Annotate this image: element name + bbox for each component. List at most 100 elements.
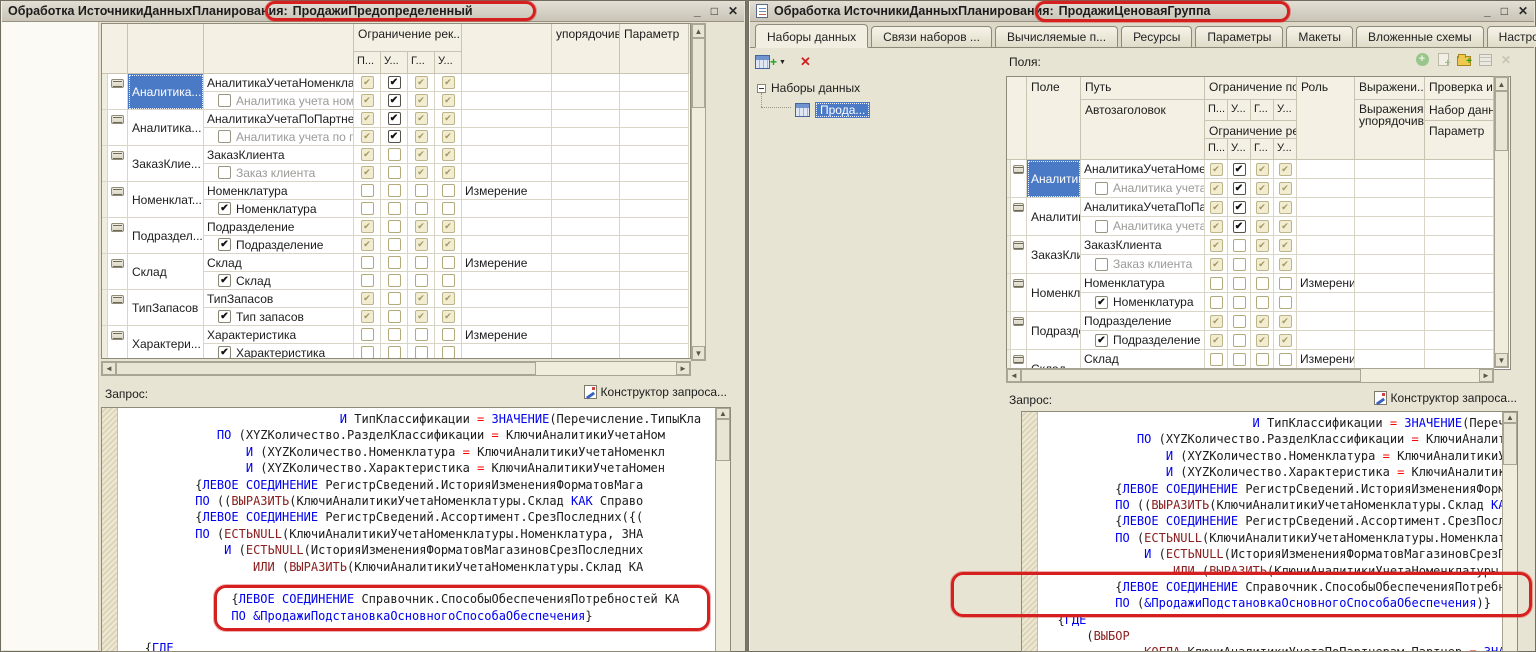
col-parameter[interactable]: Параметр [1425, 121, 1494, 160]
add-field-button[interactable]: + [1415, 53, 1429, 66]
table-horizontal-scrollbar[interactable]: ◄ ► [101, 361, 691, 376]
table-vertical-scrollbar[interactable]: ▲ ▼ [691, 23, 706, 361]
scroll-thumb[interactable] [1503, 423, 1517, 465]
field-name-cell[interactable]: ЗаказКлие... [128, 146, 204, 182]
add-dataset-button[interactable]: + ▼ [755, 55, 786, 69]
checkbox[interactable]: ✔ [1256, 258, 1269, 271]
checkbox[interactable]: ✔ [1210, 163, 1223, 176]
checkbox[interactable]: ✔ [1279, 239, 1292, 252]
checkbox[interactable]: ✔ [1210, 220, 1223, 233]
field-name-cell[interactable]: ТипЗапасов [128, 290, 204, 326]
col-u2[interactable]: У... [435, 52, 462, 74]
checkbox[interactable]: ✔ [1210, 315, 1223, 328]
close-button[interactable]: ✕ [728, 4, 738, 18]
checkbox[interactable]: ✔ [1210, 239, 1223, 252]
field-name-cell[interactable]: Номенклат... [128, 182, 204, 218]
checkbox[interactable] [1210, 277, 1223, 290]
table-horizontal-scrollbar[interactable]: ◄ ► [1006, 368, 1494, 383]
checkbox[interactable] [361, 184, 374, 197]
checkbox[interactable]: ✔ [1279, 258, 1292, 271]
checkbox[interactable] [388, 292, 401, 305]
scroll-up-button[interactable]: ▲ [1495, 77, 1508, 91]
role-cell[interactable] [1297, 160, 1355, 179]
col-field[interactable]: Поле [1027, 77, 1081, 160]
checkbox[interactable] [218, 166, 231, 179]
checkbox[interactable]: ✔ [415, 76, 428, 89]
col-p[interactable]: П... [354, 52, 381, 74]
checkbox[interactable]: ✔ [388, 130, 401, 143]
right-titlebar[interactable]: Обработка ИсточникиДанныхПланирования: П… [750, 1, 1534, 22]
tab-5[interactable]: Макеты [1286, 26, 1353, 47]
checkbox[interactable]: ✔ [1210, 334, 1223, 347]
checkbox[interactable] [361, 202, 374, 215]
checkbox[interactable] [1095, 220, 1108, 233]
row-handle[interactable] [108, 290, 128, 326]
checkbox[interactable] [1233, 296, 1246, 309]
checkbox[interactable]: ✔ [415, 310, 428, 323]
checkbox[interactable] [388, 274, 401, 287]
scroll-left-button[interactable]: ◄ [1007, 369, 1021, 382]
checkbox[interactable]: ✔ [388, 94, 401, 107]
row-handle[interactable] [108, 146, 128, 182]
field-row-group[interactable]: Подраздел...Подразделение✔✔✔✔Подразделен… [1007, 312, 1510, 350]
checkbox[interactable]: ✔ [361, 238, 374, 251]
row-handle[interactable] [1011, 350, 1027, 369]
checkbox[interactable] [218, 94, 231, 107]
checkbox[interactable] [388, 166, 401, 179]
attribute-cell[interactable]: Аналитика учета по па... [1081, 217, 1205, 236]
path-cell[interactable]: ЗаказКлиента [1081, 236, 1205, 255]
role-cell[interactable] [1297, 236, 1355, 255]
checkbox[interactable] [1279, 353, 1292, 366]
checkbox[interactable] [1210, 353, 1223, 366]
col-path[interactable]: Путь [1081, 77, 1205, 100]
role-cell[interactable]: Измерение [462, 326, 552, 344]
checkbox[interactable]: ✔ [218, 346, 231, 358]
checkbox[interactable] [442, 274, 455, 287]
path-cell[interactable]: Характеристика [204, 326, 354, 344]
checkbox[interactable] [442, 202, 455, 215]
role-cell[interactable] [462, 74, 552, 92]
checkbox[interactable]: ✔ [1256, 163, 1269, 176]
checkbox[interactable]: ✔ [218, 202, 231, 215]
checkbox[interactable]: ✔ [1233, 163, 1246, 176]
left-titlebar[interactable]: Обработка ИсточникиДанныхПланирования: П… [2, 1, 744, 22]
role-cell[interactable] [1297, 198, 1355, 217]
role-cell[interactable] [462, 146, 552, 164]
checkbox[interactable] [1279, 277, 1292, 290]
query-editor[interactable]: И ТипКлассификации = ЗНАЧЕНИЕ(Перечислен… [101, 407, 731, 652]
checkbox[interactable]: ✔ [1279, 315, 1292, 328]
checkbox[interactable]: ✔ [388, 112, 401, 125]
row-handle[interactable] [108, 254, 128, 290]
close-button[interactable]: ✕ [1518, 4, 1528, 18]
row-handle[interactable] [108, 74, 128, 110]
checkbox[interactable]: ✔ [361, 310, 374, 323]
checkbox[interactable]: ✔ [415, 238, 428, 251]
scroll-thumb[interactable] [716, 419, 730, 461]
checkbox[interactable]: ✔ [361, 292, 374, 305]
scroll-thumb[interactable] [116, 362, 536, 375]
path-cell[interactable]: Номенклатура [204, 182, 354, 200]
checkbox[interactable] [415, 346, 428, 358]
checkbox[interactable] [1233, 258, 1246, 271]
checkbox[interactable] [361, 256, 374, 269]
add-table-button[interactable] [1478, 53, 1492, 66]
field-name-cell[interactable]: Характери... [128, 326, 204, 358]
row-handle[interactable] [108, 110, 128, 146]
checkbox[interactable]: ✔ [1256, 315, 1269, 328]
tab-7[interactable]: Настройки [1487, 26, 1536, 47]
checkbox[interactable] [1256, 296, 1269, 309]
checkbox[interactable] [415, 256, 428, 269]
field-name-cell[interactable]: Аналитика... [1027, 198, 1081, 236]
col-u[interactable]: У... [381, 52, 408, 74]
role-cell[interactable]: Измерение [462, 254, 552, 272]
tab-4[interactable]: Параметры [1195, 26, 1283, 47]
checkbox[interactable]: ✔ [1279, 182, 1292, 195]
attribute-cell[interactable]: Аналитика учета номе... [1081, 179, 1205, 198]
query-vertical-scrollbar[interactable]: ▲ [715, 408, 730, 651]
query-vertical-scrollbar[interactable]: ▲ [1502, 412, 1517, 651]
role-cell[interactable]: Измерение [1297, 350, 1355, 369]
scroll-thumb[interactable] [692, 38, 705, 108]
attribute-cell[interactable]: Заказ клиента [1081, 255, 1205, 274]
query-text[interactable]: И ТипКлассификации = ЗНАЧЕНИЕ(Перечислен… [119, 408, 715, 651]
field-row-group[interactable]: Аналитика...АналитикаУчетаПоПартне...✔✔✔… [1007, 198, 1510, 236]
